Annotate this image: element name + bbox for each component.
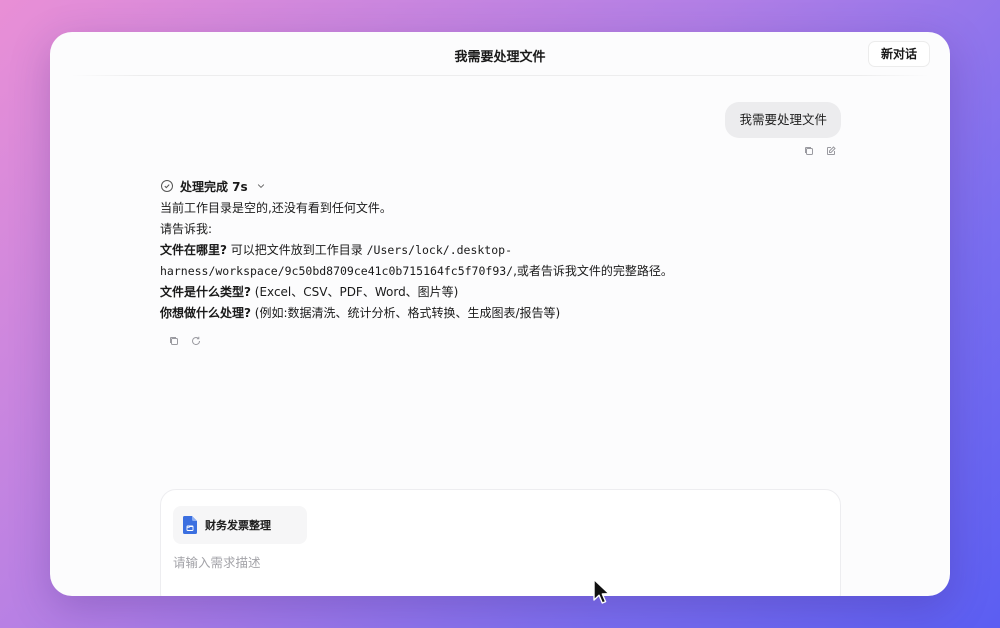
message-line: 当前工作目录是空的,还没有看到任何文件。 (160, 201, 392, 215)
copy-icon[interactable] (803, 145, 815, 157)
header: 我需要处理文件 新对话 (50, 32, 950, 76)
prompt-input[interactable] (173, 550, 773, 574)
assistant-message-actions (160, 335, 800, 347)
message-text: (例如:数据清洗、统计分析、格式转换、生成图表/报告等) (250, 306, 561, 320)
message-text: ,或者告诉我文件的完整路径。 (513, 264, 673, 278)
chevron-down-icon (257, 184, 264, 188)
message-line: 你想做什么处理? (例如:数据清洗、统计分析、格式转换、生成图表/报告等) (160, 303, 800, 324)
new-chat-button[interactable]: 新对话 (867, 41, 930, 67)
check-circle-icon (161, 180, 173, 192)
message-text: 可以把文件放到工作目录 (226, 243, 367, 257)
mouse-pointer-icon (592, 578, 610, 606)
question-label: 你想做什么处理? (160, 306, 251, 320)
status-label: 处理完成 7s (180, 179, 248, 194)
status-toggle[interactable]: 处理完成 7s (160, 178, 800, 194)
message-text: (Excel、CSV、PDF、Word、图片等) (250, 285, 459, 299)
question-label: 文件是什么类型? (160, 285, 251, 299)
path-text: /Users/lock/.desktop- (366, 243, 513, 257)
refresh-icon[interactable] (190, 335, 202, 347)
path-text: harness/workspace/9c50bd8709ce41c0b71516… (160, 264, 514, 278)
header-divider (70, 75, 930, 76)
user-message-bubble: 我需要处理文件 (725, 102, 841, 138)
edit-icon[interactable] (825, 145, 837, 157)
app-window: 我需要处理文件 新对话 我需要处理文件 处理完成 7s 当前工作目录是空的,还没… (50, 32, 950, 596)
message-line: harness/workspace/9c50bd8709ce41c0b71516… (160, 261, 800, 282)
page-title: 我需要处理文件 (454, 50, 546, 65)
file-icon (183, 516, 197, 534)
question-label: 文件在哪里? (160, 243, 227, 257)
message-line: 请告诉我: (160, 222, 213, 236)
message-line: 文件在哪里? 可以把文件放到工作目录 /Users/lock/.desktop- (160, 240, 800, 261)
message-line: 文件是什么类型? (Excel、CSV、PDF、Word、图片等) (160, 282, 800, 303)
user-message-actions (803, 145, 837, 157)
assistant-message: 处理完成 7s 当前工作目录是空的,还没有看到任何文件。 请告诉我: 文件在哪里… (160, 178, 800, 347)
attachment-name: 财务发票整理 (205, 519, 271, 532)
composer: 财务发票整理 (160, 489, 841, 596)
attachment-chip[interactable]: 财务发票整理 (173, 506, 307, 544)
copy-icon[interactable] (168, 335, 180, 347)
